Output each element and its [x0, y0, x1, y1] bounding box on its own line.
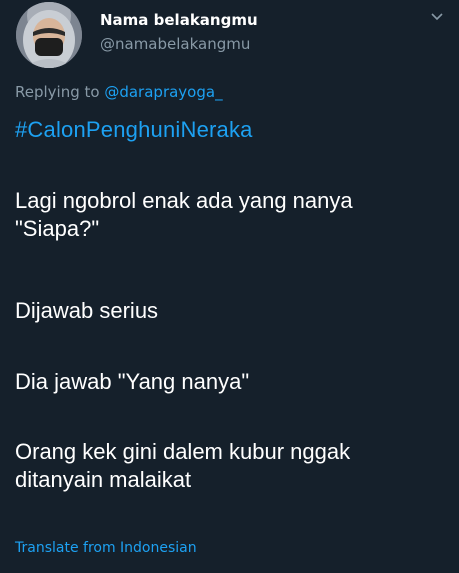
tweet-line: Orang kek gini dalem kubur nggak: [15, 439, 351, 464]
tweet-line: Dia jawab "Yang nanya": [15, 369, 250, 394]
avatar[interactable]: [16, 2, 82, 68]
reply-mention-link[interactable]: @daraprayoga_: [104, 83, 222, 101]
replying-to-label: Replying to: [15, 83, 105, 101]
tweet-line: Dijawab serius: [15, 298, 159, 323]
author-names: Nama belakangmu @namabelakangmu: [100, 10, 258, 55]
tweet-paragraph-4: Orang kek gini dalem kubur nggak ditanya…: [15, 438, 445, 494]
tweet-paragraph-2: Dijawab serius: [15, 297, 445, 325]
tweet-paragraph-3: Dia jawab "Yang nanya": [15, 368, 445, 396]
replying-to: Replying to @daraprayoga_: [15, 83, 223, 101]
hashtag-link[interactable]: #CalonPenghuniNeraka: [15, 117, 253, 143]
author-handle[interactable]: @namabelakangmu: [100, 33, 258, 55]
tweet-line: "Siapa?": [15, 216, 100, 241]
translate-link[interactable]: Translate from Indonesian: [15, 540, 197, 556]
tweet-header: Nama belakangmu @namabelakangmu: [16, 2, 446, 68]
display-name[interactable]: Nama belakangmu: [100, 10, 258, 30]
tweet: Nama belakangmu @namabelakangmu Replying…: [0, 0, 459, 573]
tweet-line: ditanyain malaikat: [15, 467, 192, 492]
tweet-paragraph-1: Lagi ngobrol enak ada yang nanya "Siapa?…: [15, 187, 445, 243]
tweet-line: Lagi ngobrol enak ada yang nanya: [15, 188, 353, 213]
chevron-down-icon[interactable]: [428, 10, 446, 24]
